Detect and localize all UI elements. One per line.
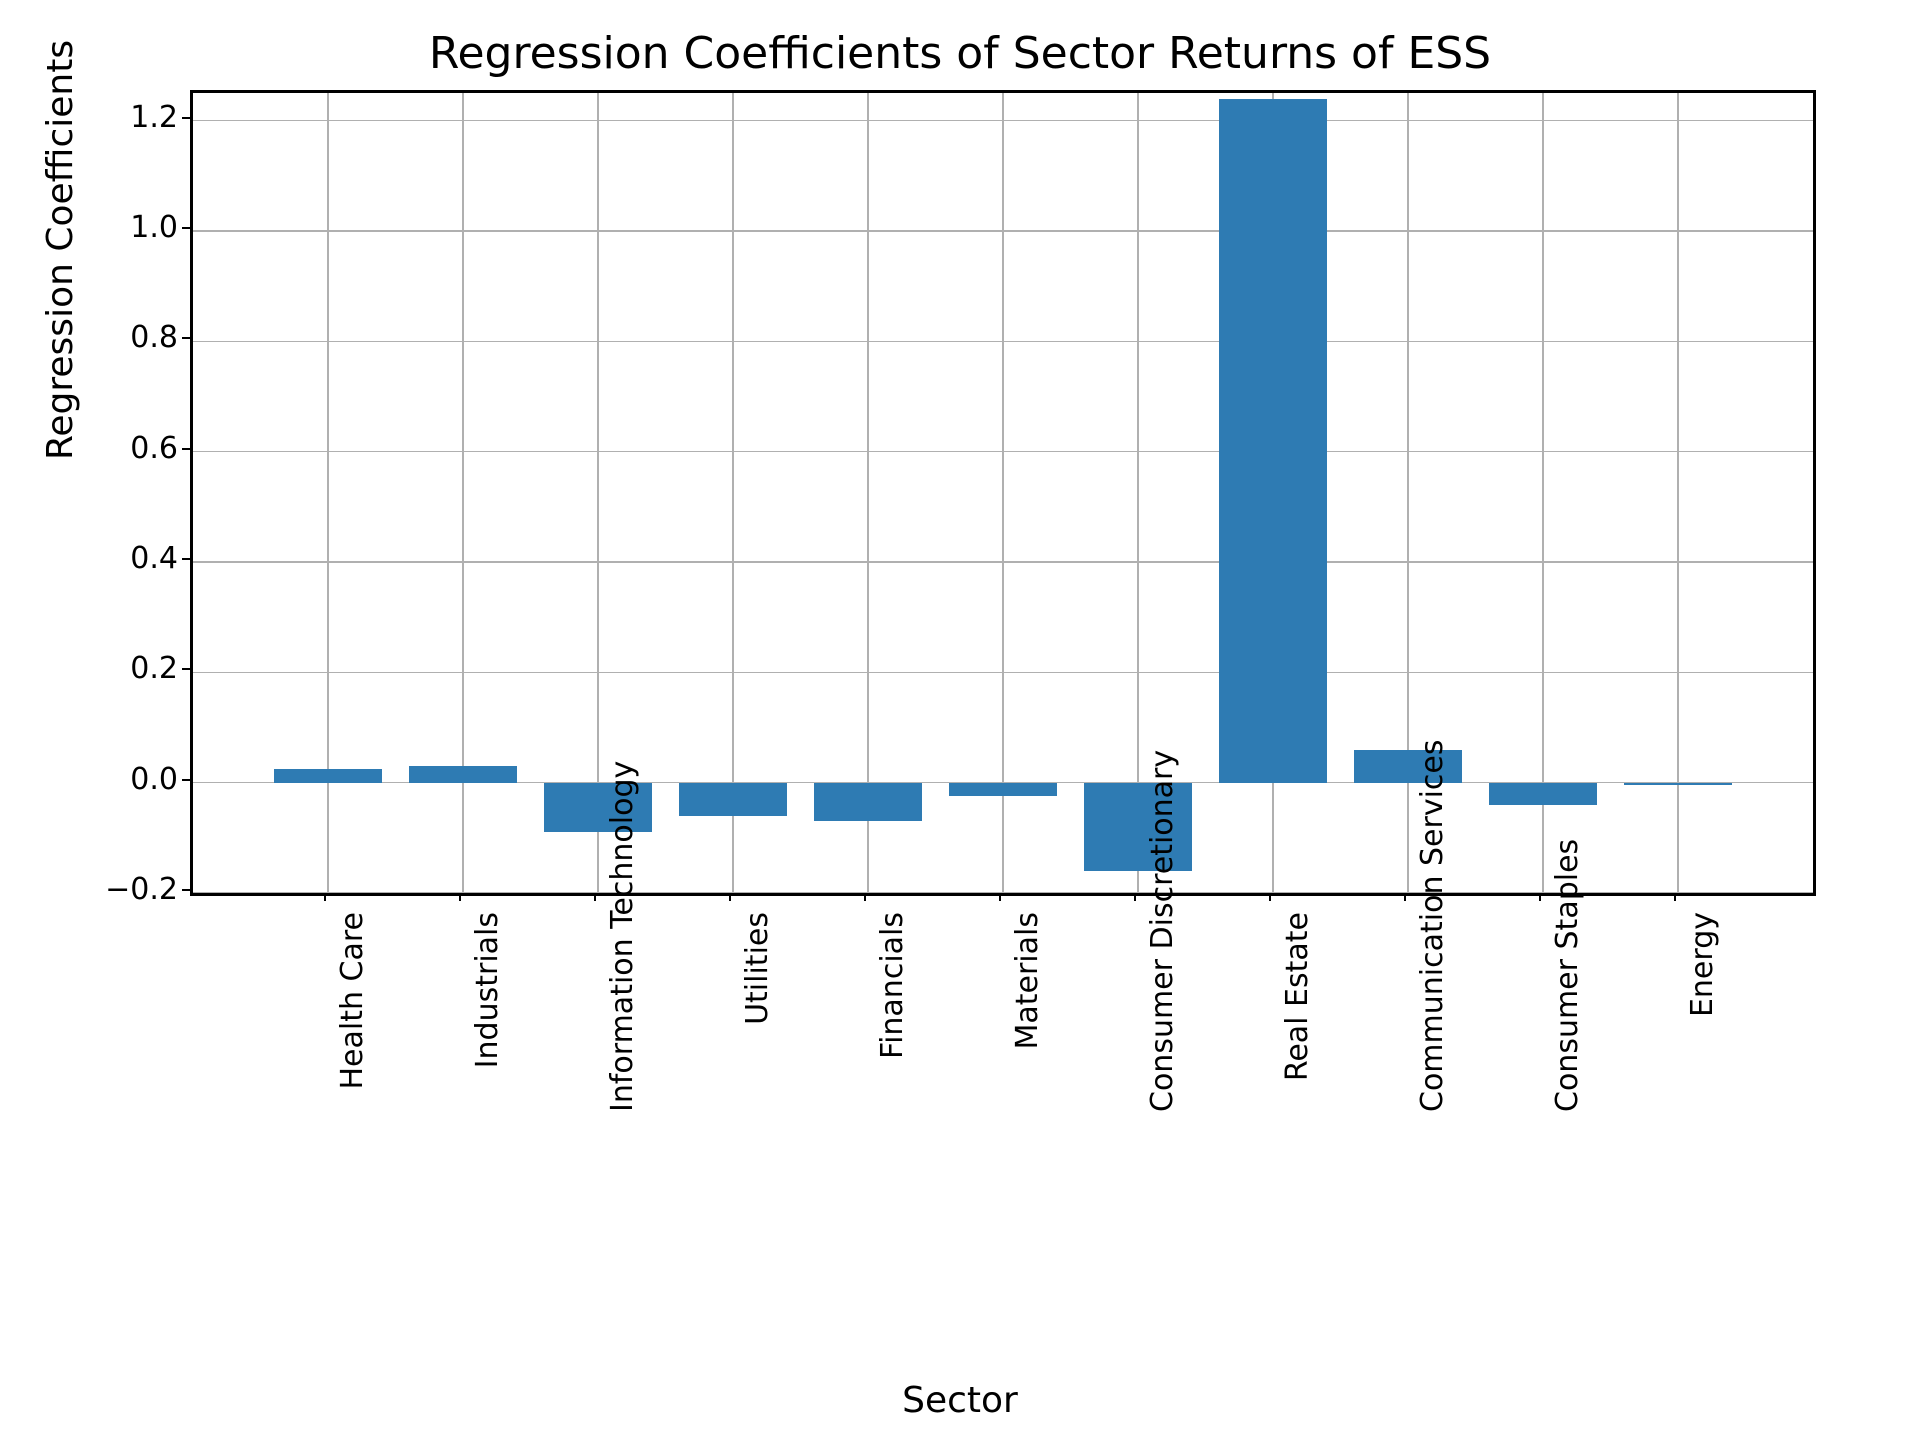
y-tick-label: 0.8 [8,320,178,355]
x-tick-mark [1269,893,1271,901]
y-tick-label: 1.0 [8,210,178,245]
gridline-v [1002,93,1004,893]
x-tick-mark [459,893,461,901]
y-tick-mark [182,668,190,670]
x-tick-label: Financials [875,912,910,1112]
x-tick-mark [594,893,596,901]
bar [814,783,922,822]
x-tick-mark [1539,893,1541,901]
chart-title: Regression Coefficients of Sector Return… [0,28,1920,79]
x-tick-mark [999,893,1001,901]
bar [274,769,382,783]
y-tick-mark [182,558,190,560]
x-tick-mark [324,893,326,901]
x-tick-mark [1134,893,1136,901]
bar [679,783,787,816]
x-tick-label: Communication Services [1415,912,1450,1112]
x-axis-label: Sector [0,1380,1920,1421]
bar [949,783,1057,797]
y-tick-mark [182,227,190,229]
gridline-v [597,93,599,893]
x-tick-label: Materials [1010,912,1045,1112]
bar [409,766,517,783]
bar [1219,99,1327,783]
chart-figure: Regression Coefficients of Sector Return… [0,0,1920,1440]
x-tick-mark [729,893,731,901]
y-tick-label: 0.4 [8,541,178,576]
y-tick-mark [182,779,190,781]
gridline-v [1137,93,1139,893]
x-tick-label: Consumer Staples [1550,912,1585,1112]
y-tick-mark [182,889,190,891]
x-tick-label: Real Estate [1280,912,1315,1112]
gridline-v [867,93,869,893]
y-tick-label: 0.2 [8,651,178,686]
y-tick-mark [182,337,190,339]
x-tick-label: Health Care [335,912,370,1112]
x-tick-mark [1674,893,1676,901]
y-tick-mark [182,448,190,450]
gridline-v [1542,93,1544,893]
bar [1489,783,1597,805]
x-tick-mark [864,893,866,901]
x-tick-label: Energy [1685,912,1720,1112]
gridline-v [732,93,734,893]
x-tick-label: Information Technology [605,912,640,1112]
plot-area [190,90,1816,896]
x-tick-mark [1404,893,1406,901]
y-tick-label: 1.2 [8,100,178,135]
y-tick-label: 0.6 [8,431,178,466]
y-tick-mark [182,117,190,119]
y-tick-label: 0.0 [8,762,178,797]
x-tick-label: Industrials [470,912,505,1112]
y-tick-label: −0.2 [8,872,178,907]
x-tick-label: Consumer Discretionary [1145,912,1180,1112]
x-tick-label: Utilities [740,912,775,1112]
gridline-v [1677,93,1679,893]
bar [1624,783,1732,786]
